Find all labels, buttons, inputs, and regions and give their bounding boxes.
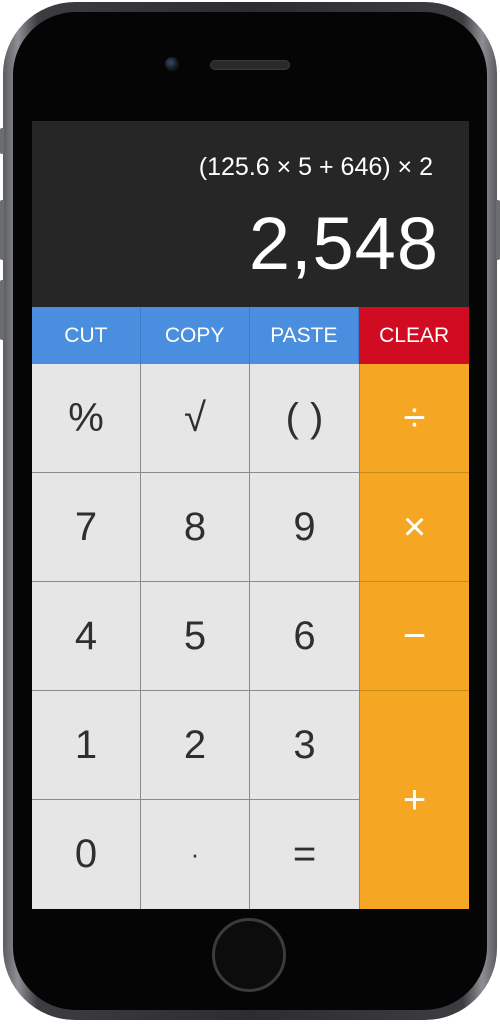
result-text: 2,548 bbox=[248, 202, 439, 285]
digit-8-key[interactable]: 8 bbox=[141, 473, 250, 582]
decimal-key[interactable]: · bbox=[141, 800, 250, 909]
power-button bbox=[496, 200, 500, 260]
digit-2-key[interactable]: 2 bbox=[141, 691, 250, 800]
home-button[interactable] bbox=[212, 918, 286, 992]
equals-key[interactable]: = bbox=[250, 800, 360, 909]
add-key[interactable]: + bbox=[360, 691, 469, 909]
digit-3-key[interactable]: 3 bbox=[250, 691, 360, 800]
cut-button[interactable]: CUT bbox=[32, 307, 141, 364]
parentheses-key[interactable]: ( ) bbox=[250, 364, 360, 473]
multiply-key[interactable]: × bbox=[360, 473, 469, 582]
copy-button[interactable]: COPY bbox=[140, 307, 250, 364]
digit-7-key[interactable]: 7 bbox=[32, 473, 141, 582]
digit-1-key[interactable]: 1 bbox=[32, 691, 141, 800]
volume-down-button bbox=[0, 280, 4, 340]
paste-button[interactable]: PASTE bbox=[249, 307, 360, 364]
calculator-display: (125.6 × 5 + 646) × 2 2,548 bbox=[32, 121, 469, 307]
digit-9-key[interactable]: 9 bbox=[250, 473, 360, 582]
expression-text: (125.6 × 5 + 646) × 2 bbox=[198, 153, 433, 181]
digit-6-key[interactable]: 6 bbox=[250, 582, 360, 691]
digit-0-key[interactable]: 0 bbox=[32, 800, 141, 909]
subtract-key[interactable]: − bbox=[360, 582, 469, 691]
square-root-key[interactable]: √ bbox=[141, 364, 250, 473]
calculator-screen: (125.6 × 5 + 646) × 2 2,548 CUT COPY PAS… bbox=[32, 121, 469, 909]
digit-4-key[interactable]: 4 bbox=[32, 582, 141, 691]
divide-key[interactable]: ÷ bbox=[360, 364, 469, 473]
edit-toolbar: CUT COPY PASTE CLEAR bbox=[32, 307, 469, 364]
digit-5-key[interactable]: 5 bbox=[141, 582, 250, 691]
keypad: % √ ( ) ÷ 7 8 9 × 4 5 6 − 1 2 3 + 0 · = bbox=[32, 364, 469, 909]
earpiece-speaker bbox=[210, 60, 290, 70]
volume-up-button bbox=[0, 200, 4, 260]
clear-button[interactable]: CLEAR bbox=[359, 307, 469, 364]
percent-key[interactable]: % bbox=[32, 364, 141, 473]
mute-switch bbox=[0, 128, 4, 154]
front-camera-icon bbox=[165, 57, 179, 71]
